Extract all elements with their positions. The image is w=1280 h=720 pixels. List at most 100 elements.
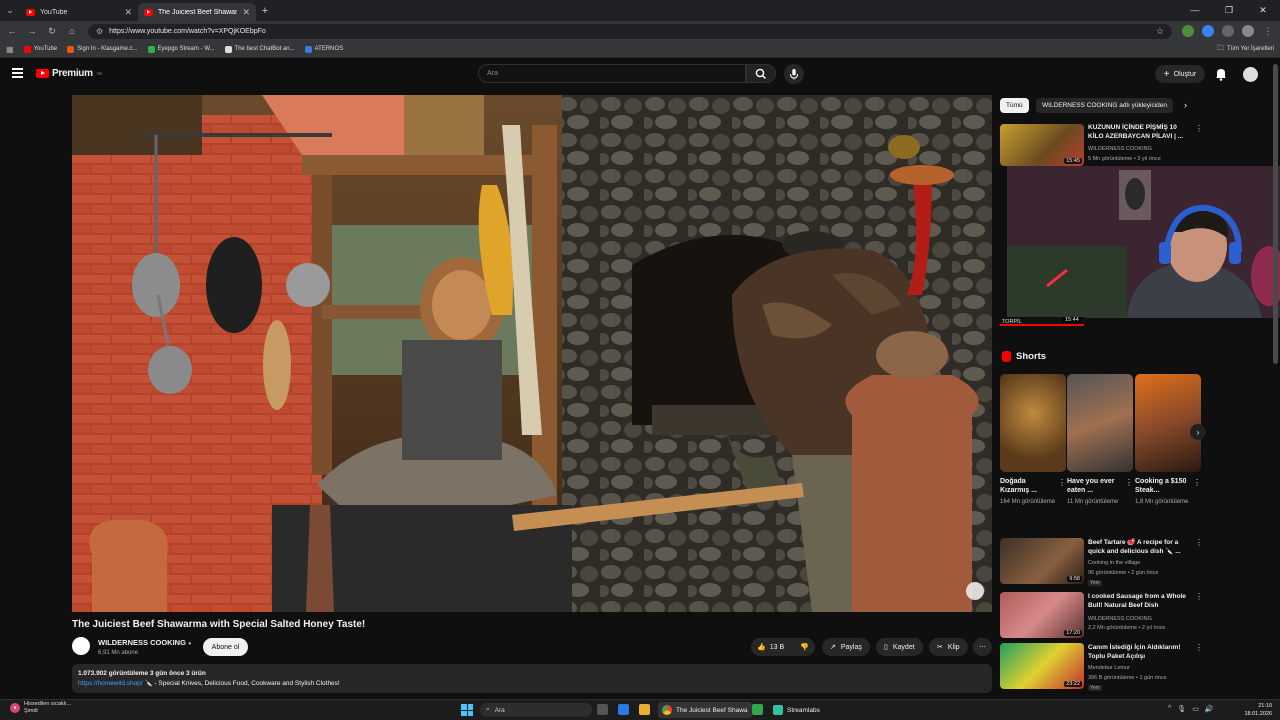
account-avatar[interactable] bbox=[1243, 67, 1258, 82]
tray-overflow-icon[interactable]: ^ bbox=[1168, 705, 1171, 713]
taskbar-chrome[interactable]: The Juiciest Beef Shawa bbox=[658, 702, 752, 718]
more-vertical-icon[interactable]: ⋮ bbox=[1195, 592, 1203, 601]
copilot-icon[interactable] bbox=[618, 704, 629, 715]
all-bookmarks[interactable]: 🗀 Tüm Yer İşaretleri bbox=[1217, 44, 1274, 55]
taskbar-streamlabs[interactable]: Streamlabs bbox=[769, 702, 824, 718]
more-vertical-icon[interactable]: ⋮ bbox=[1195, 124, 1203, 133]
plus-icon: + bbox=[1163, 68, 1170, 80]
related-video-meta: 5 Mn görüntüleme • 3 yıl önce bbox=[1088, 156, 1161, 162]
notifications-bell-icon[interactable] bbox=[1214, 66, 1228, 82]
address-bar[interactable]: ⚙ https://www.youtube.com/watch?v=XPQjKO… bbox=[88, 23, 1172, 39]
short-card[interactable]: Cooking a $150 Steak... 1,8 Mn görüntüle… bbox=[1135, 374, 1201, 507]
extension-icon[interactable] bbox=[1222, 25, 1234, 37]
tab-youtube[interactable]: YouTube ✕ bbox=[20, 3, 138, 21]
create-button[interactable]: + Oluştur bbox=[1155, 65, 1205, 83]
voice-search-button[interactable] bbox=[784, 64, 804, 84]
more-vertical-icon[interactable]: ⋮ bbox=[1195, 643, 1203, 652]
chrome-icon bbox=[662, 705, 672, 715]
chip-all[interactable]: Tümü bbox=[1000, 98, 1029, 113]
bookmark-item[interactable]: Sign In - Klasgame.c... bbox=[67, 45, 138, 53]
hamburger-menu-icon[interactable] bbox=[12, 68, 23, 78]
more-vertical-icon[interactable]: ⋮ bbox=[1195, 538, 1203, 547]
maximize-button[interactable]: ❐ bbox=[1212, 5, 1246, 16]
tab-active-video[interactable]: The Juiciest Beef Shawarma ✕ bbox=[138, 3, 256, 21]
home-button[interactable]: ⌂ bbox=[64, 26, 80, 36]
description-text: 🔪 - Special Knives, Delicious Food, Cook… bbox=[142, 680, 340, 687]
window-close-button[interactable]: ✕ bbox=[1246, 5, 1280, 16]
like-dislike-group: 👍 13 B 👎 bbox=[751, 638, 815, 656]
bookmark-item[interactable]: YouTube bbox=[23, 45, 57, 53]
search-input[interactable]: Ara bbox=[478, 64, 746, 83]
bookmark-item[interactable]: The best ChatBot an... bbox=[224, 45, 295, 53]
dislike-button[interactable]: 👎 bbox=[800, 643, 809, 651]
site-info-icon[interactable]: ⚙ bbox=[96, 27, 103, 36]
bookmark-label: Eyepgo Stream - W... bbox=[157, 46, 215, 52]
taskbar-search[interactable]: ⌕ Ara bbox=[480, 703, 592, 717]
weather-widget[interactable]: ● Hissedilen sıcaklı... Şimdi bbox=[10, 701, 71, 715]
short-title: Have you ever eaten ... bbox=[1067, 478, 1115, 494]
video-player[interactable] bbox=[72, 95, 992, 612]
file-explorer-icon[interactable] bbox=[639, 704, 650, 715]
reload-button[interactable]: ↻ bbox=[44, 26, 60, 37]
description-box[interactable]: 1.073.902 görüntüleme 3 gün önce 3 ürün … bbox=[72, 664, 992, 693]
related-video[interactable]: 15:45 KUZUNUN İÇİNDE PİŞMİŞ 10 KİLO AZER… bbox=[1000, 124, 1205, 168]
bookmark-item[interactable]: ATERNOS bbox=[304, 45, 343, 53]
app-icon[interactable] bbox=[752, 704, 763, 715]
extension-icon[interactable] bbox=[1202, 25, 1214, 37]
search-button[interactable] bbox=[746, 64, 776, 83]
related-video[interactable]: 23:22 Canım İstediği İçin Aldıklarım! To… bbox=[1000, 643, 1205, 691]
save-button[interactable]: ▯ Kaydet bbox=[876, 638, 923, 656]
tab-close-icon[interactable]: ✕ bbox=[242, 7, 250, 18]
chrome-menu-icon[interactable]: ⋮ bbox=[1260, 26, 1276, 37]
related-video[interactable]: 9:58 Beef Tartare 🥩 A recipe for a quick… bbox=[1000, 538, 1205, 586]
tab-title: The Juiciest Beef Shawarma bbox=[158, 8, 238, 16]
new-tab-button[interactable]: + bbox=[256, 5, 274, 17]
youtube-play-icon bbox=[36, 69, 49, 78]
clip-button[interactable]: ✂ Klip bbox=[929, 638, 968, 656]
like-button[interactable]: 👍 13 B bbox=[757, 643, 784, 652]
bookmark-label: The best ChatBot an... bbox=[234, 46, 295, 52]
url-text: https://www.youtube.com/watch?v=XPQjKOEb… bbox=[109, 27, 266, 35]
channel-avatar[interactable] bbox=[72, 637, 90, 655]
youtube-logo[interactable]: Premium TR bbox=[36, 68, 102, 79]
task-view-icon[interactable] bbox=[597, 704, 608, 715]
short-card[interactable]: Have you ever eaten ... 11 Mn görüntülem… bbox=[1067, 374, 1133, 507]
chevron-right-icon[interactable]: › bbox=[1184, 100, 1187, 110]
back-button[interactable]: ← bbox=[4, 26, 20, 36]
apps-grid-icon[interactable]: ▦ bbox=[6, 45, 14, 54]
logo-text: Premium bbox=[52, 68, 93, 79]
windows-start-icon[interactable] bbox=[461, 704, 473, 716]
related-video[interactable]: 17:20 I cooked Sausage from a Whole Bull… bbox=[1000, 592, 1205, 638]
network-icon[interactable]: ▭ bbox=[1192, 705, 1199, 713]
microphone-icon[interactable]: 🎙 bbox=[1177, 705, 1186, 713]
video-title: The Juiciest Beef Shawarma with Special … bbox=[72, 619, 366, 630]
description-link[interactable]: https://homewild.shop/ bbox=[78, 680, 143, 687]
volume-icon[interactable]: 🔊 bbox=[1205, 705, 1214, 713]
tab-title: YouTube bbox=[40, 8, 68, 16]
subscribe-button[interactable]: Abone ol bbox=[203, 638, 248, 656]
forward-button[interactable]: → bbox=[24, 26, 40, 36]
more-actions-button[interactable]: ⋯ bbox=[973, 638, 992, 656]
minimize-button[interactable]: — bbox=[1178, 5, 1212, 16]
more-vertical-icon[interactable]: ⋮ bbox=[1193, 478, 1201, 487]
short-card[interactable]: Doğada Kızarmış ... 164 Mn görüntüleme ⋮ bbox=[1000, 374, 1066, 507]
more-vertical-icon[interactable]: ⋮ bbox=[1058, 478, 1066, 487]
taskbar-clock[interactable]: 21:10 18.01.2026 bbox=[1244, 702, 1272, 718]
bookmark-item[interactable]: Eyepgo Stream - W... bbox=[147, 45, 215, 53]
tab-search-menu[interactable]: ⌄ bbox=[0, 0, 20, 21]
video-thumbnail: 15:45 bbox=[1000, 124, 1084, 166]
extensions-puzzle-icon[interactable] bbox=[1242, 25, 1254, 37]
search-icon bbox=[755, 68, 766, 79]
more-vertical-icon[interactable]: ⋮ bbox=[1125, 478, 1133, 487]
share-button[interactable]: ↗ Paylaş bbox=[822, 638, 870, 656]
tab-close-icon[interactable]: ✕ bbox=[124, 7, 132, 18]
channel-watermark[interactable] bbox=[966, 582, 984, 600]
chevron-right-icon[interactable]: › bbox=[1190, 424, 1206, 440]
subscriber-count: 6,91 Mn abone bbox=[98, 650, 139, 656]
bookmark-star-icon[interactable]: ☆ bbox=[1156, 26, 1164, 37]
extension-icon[interactable] bbox=[1182, 25, 1194, 37]
page-scrollbar[interactable] bbox=[1273, 64, 1278, 364]
short-thumbnail bbox=[1135, 374, 1201, 472]
chip-from-uploader[interactable]: WILDERNESS COOKING adlı yükleyiciden bbox=[1036, 98, 1173, 113]
channel-name[interactable]: WILDERNESS COOKING ● bbox=[98, 638, 192, 647]
